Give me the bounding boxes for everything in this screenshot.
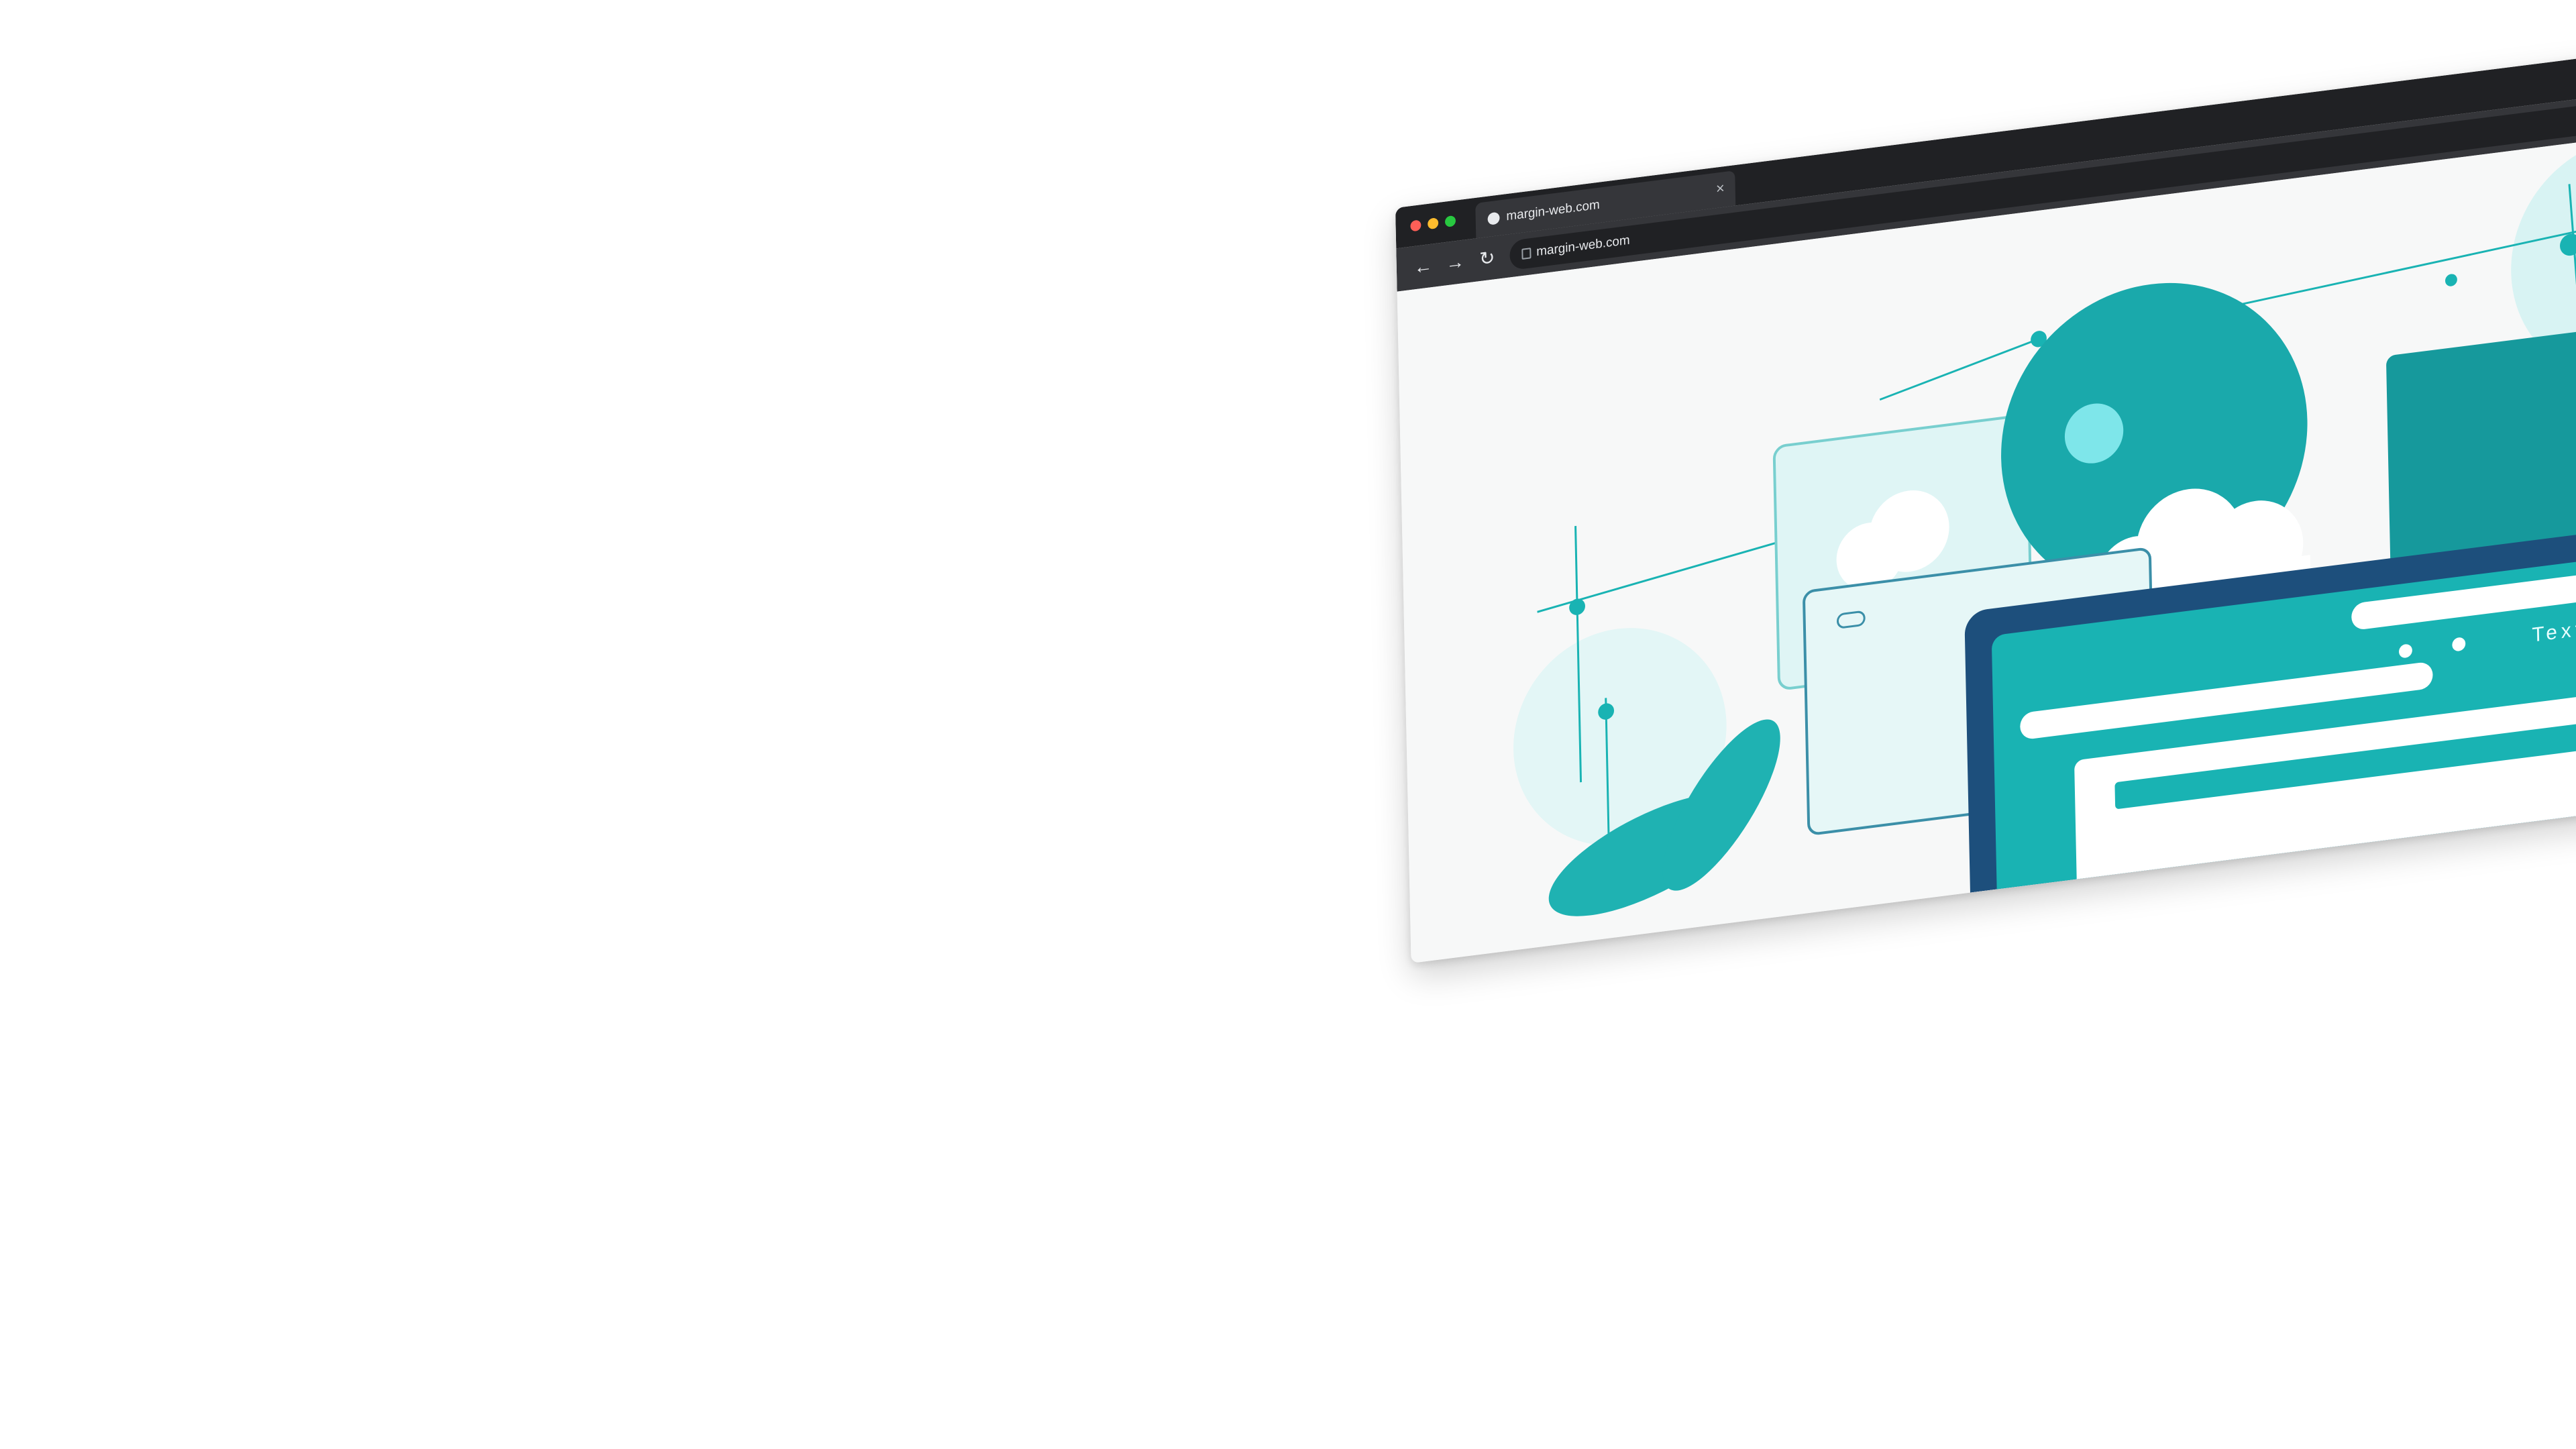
lock-icon: [1521, 248, 1532, 260]
back-arrow-icon[interactable]: ←: [1411, 253, 1435, 280]
forward-arrow-icon[interactable]: →: [1443, 249, 1467, 276]
tab-title: margin-web.com: [1506, 197, 1600, 224]
maximize-window-button[interactable]: [1444, 215, 1456, 227]
close-window-button[interactable]: [1410, 219, 1421, 232]
url-text: margin-web.com: [1536, 233, 1630, 260]
minimize-window-button[interactable]: [1428, 217, 1439, 230]
close-icon[interactable]: ×: [1716, 179, 1725, 197]
reload-icon[interactable]: ↻: [1475, 245, 1499, 272]
desktop-background: margin-web.com × ← → ↻ margin-web.com Te…: [0, 0, 2576, 1449]
globe-icon: [1487, 211, 1500, 225]
browser-window: margin-web.com × ← → ↻ margin-web.com Te…: [1395, 23, 2576, 963]
